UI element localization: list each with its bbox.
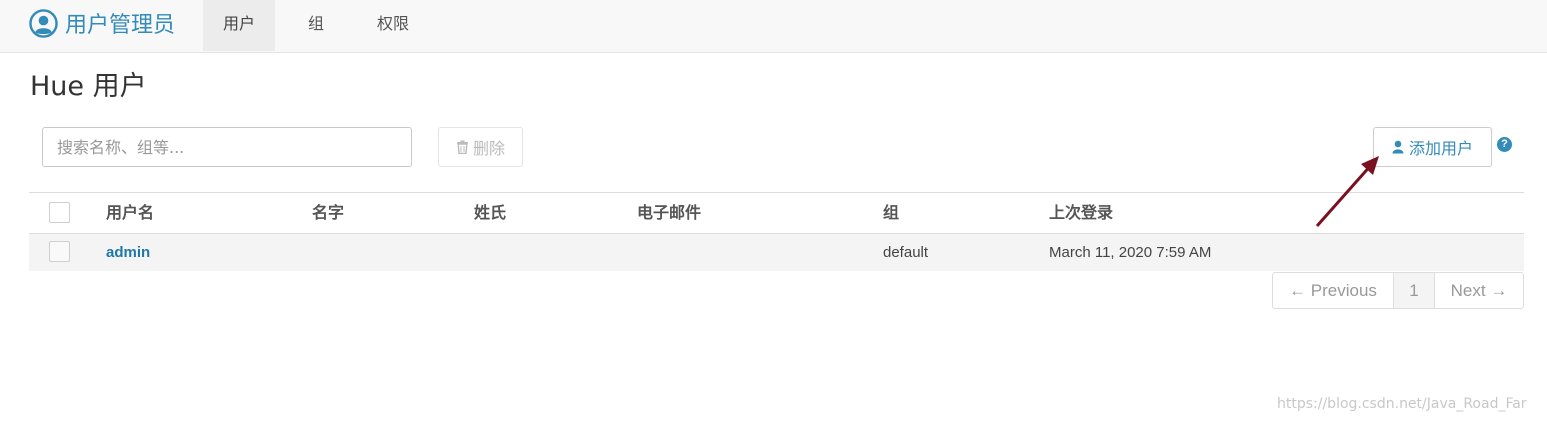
previous-page-button[interactable]: ← Previous (1273, 273, 1394, 308)
next-page-button[interactable]: Next → (1435, 273, 1523, 308)
delete-label: 删除 (472, 139, 505, 158)
page-title: Hue 用户 (30, 71, 147, 102)
tab-permissions[interactable]: 权限 (360, 0, 426, 51)
tab-users[interactable]: 用户 (203, 0, 275, 51)
app-title: 用户管理员 (65, 13, 176, 38)
column-header-first-name[interactable]: 名字 (312, 193, 344, 233)
trash-icon (456, 140, 468, 154)
last-login-cell: March 11, 2020 7:59 AM (1049, 244, 1212, 261)
column-header-groups[interactable]: 组 (883, 193, 899, 233)
top-navbar: 用户管理员 用户 组 权限 (0, 0, 1547, 53)
column-header-email[interactable]: 电子邮件 (637, 193, 701, 233)
watermark-text: https://blog.csdn.net/Java_Road_Far (1277, 396, 1527, 412)
add-user-label: 添加用户 (1408, 139, 1473, 158)
delete-button[interactable]: 删除 (438, 127, 523, 167)
tab-groups[interactable]: 组 (290, 0, 342, 51)
user-icon (1392, 140, 1404, 154)
column-header-last-name[interactable]: 姓氏 (474, 193, 506, 233)
pagination: ← Previous 1 Next → (1272, 272, 1524, 309)
page-number-button[interactable]: 1 (1394, 273, 1435, 308)
search-input[interactable] (42, 127, 412, 167)
add-user-button[interactable]: 添加用户 (1373, 127, 1492, 167)
group-cell: default (883, 244, 929, 261)
row-checkbox[interactable] (49, 241, 70, 262)
table-row: admin default March 11, 2020 7:59 AM (29, 234, 1524, 271)
select-all-checkbox[interactable] (49, 202, 70, 223)
annotation-arrow (1315, 156, 1379, 227)
help-icon[interactable]: ? (1497, 137, 1512, 152)
username-link[interactable]: admin (106, 234, 150, 271)
user-circle-icon (29, 8, 58, 38)
app-brand[interactable]: 用户管理员 (29, 8, 175, 38)
column-header-last-login[interactable]: 上次登录 (1049, 193, 1113, 233)
column-header-username[interactable]: 用户名 (106, 193, 154, 233)
